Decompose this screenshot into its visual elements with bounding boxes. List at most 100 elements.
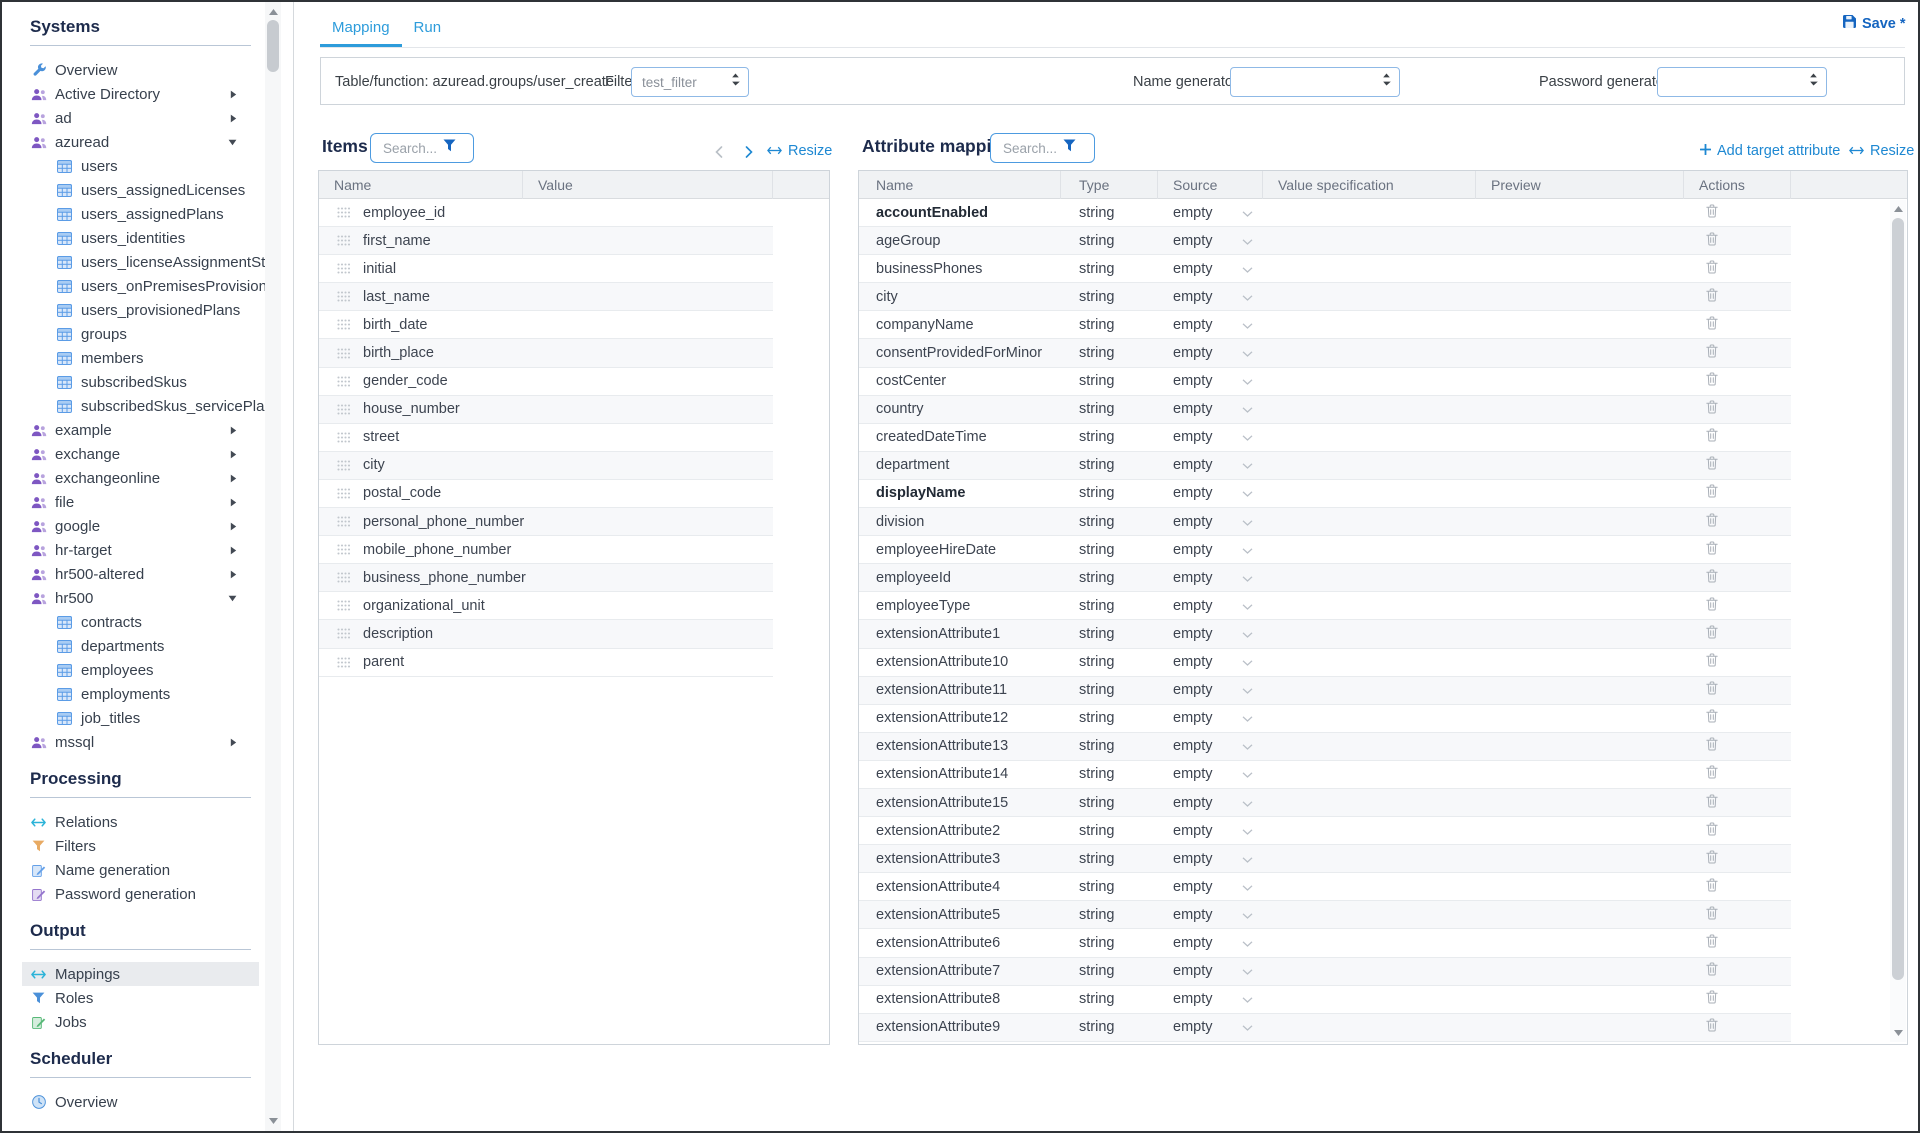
delete-attribute-button[interactable]: [1706, 765, 1718, 779]
scroll-up-icon[interactable]: [1890, 202, 1906, 216]
source-select[interactable]: empty: [1158, 851, 1263, 867]
source-select[interactable]: empty: [1158, 823, 1263, 839]
item-row-employee-id[interactable]: employee_id: [319, 199, 773, 227]
source-select[interactable]: empty: [1158, 205, 1263, 221]
sidebar-item-groups[interactable]: groups: [30, 322, 265, 346]
drag-handle-icon[interactable]: [337, 600, 351, 611]
source-select[interactable]: empty: [1158, 738, 1263, 754]
delete-attribute-button[interactable]: [1706, 372, 1718, 386]
delete-attribute-button[interactable]: [1706, 484, 1718, 498]
sidebar-item-subscribedskus-serviceplans[interactable]: subscribedSkus_servicePlans: [30, 394, 265, 418]
item-row-parent[interactable]: parent: [319, 649, 773, 677]
filter-funnel-icon[interactable]: [443, 139, 456, 157]
sidebar-item-hr500-altered[interactable]: hr500-altered: [30, 562, 265, 586]
item-row-birth-date[interactable]: birth_date: [319, 311, 773, 339]
delete-attribute-button[interactable]: [1706, 204, 1718, 218]
sidebar-item-exchange[interactable]: exchange: [30, 442, 265, 466]
sidebar-item-filters[interactable]: Filters: [30, 834, 265, 858]
source-select[interactable]: empty: [1158, 289, 1263, 305]
sidebar-item-employees[interactable]: employees: [30, 658, 265, 682]
mapping-scrollbar[interactable]: [1890, 200, 1906, 1042]
drag-handle-icon[interactable]: [337, 544, 351, 555]
source-select[interactable]: empty: [1158, 879, 1263, 895]
source-select[interactable]: empty: [1158, 626, 1263, 642]
item-row-description[interactable]: description: [319, 620, 773, 648]
delete-attribute-button[interactable]: [1706, 569, 1718, 583]
sidebar-item-subscribedskus[interactable]: subscribedSkus: [30, 370, 265, 394]
drag-handle-icon[interactable]: [337, 516, 351, 527]
drag-handle-icon[interactable]: [337, 404, 351, 415]
sidebar-item-job-titles[interactable]: job_titles: [30, 706, 265, 730]
delete-attribute-button[interactable]: [1706, 878, 1718, 892]
filter-funnel-icon[interactable]: [1063, 139, 1076, 157]
source-select[interactable]: empty: [1158, 457, 1263, 473]
scroll-down-icon[interactable]: [1890, 1026, 1906, 1040]
drag-handle-icon[interactable]: [337, 432, 351, 443]
delete-attribute-button[interactable]: [1706, 597, 1718, 611]
source-select[interactable]: empty: [1158, 1019, 1263, 1035]
item-row-first-name[interactable]: first_name: [319, 227, 773, 255]
source-select[interactable]: empty: [1158, 429, 1263, 445]
name-generator-select[interactable]: [1230, 67, 1400, 97]
source-select[interactable]: empty: [1158, 935, 1263, 951]
items-search-input[interactable]: [381, 140, 443, 157]
source-select[interactable]: empty: [1158, 401, 1263, 417]
item-row-city[interactable]: city: [319, 452, 773, 480]
sidebar-item-users-licenseassignmentst[interactable]: users_licenseAssignmentSt...: [30, 250, 265, 274]
drag-handle-icon[interactable]: [337, 657, 351, 668]
delete-attribute-button[interactable]: [1706, 850, 1718, 864]
sidebar-item-users-assignedlicenses[interactable]: users_assignedLicenses: [30, 178, 265, 202]
drag-handle-icon[interactable]: [337, 628, 351, 639]
tab-run[interactable]: Run: [402, 9, 454, 47]
drag-handle-icon[interactable]: [337, 376, 351, 387]
drag-handle-icon[interactable]: [337, 291, 351, 302]
source-select[interactable]: empty: [1158, 991, 1263, 1007]
delete-attribute-button[interactable]: [1706, 962, 1718, 976]
item-row-mobile-phone-number[interactable]: mobile_phone_number: [319, 536, 773, 564]
delete-attribute-button[interactable]: [1706, 344, 1718, 358]
sidebar-item-users-assignedplans[interactable]: users_assignedPlans: [30, 202, 265, 226]
delete-attribute-button[interactable]: [1706, 709, 1718, 723]
source-select[interactable]: empty: [1158, 682, 1263, 698]
sidebar-item-departments[interactable]: departments: [30, 634, 265, 658]
sidebar-item-employments[interactable]: employments: [30, 682, 265, 706]
sidebar-item-contracts[interactable]: contracts: [30, 610, 265, 634]
sidebar-item-name-generation[interactable]: Name generation: [30, 858, 265, 882]
source-select[interactable]: empty: [1158, 373, 1263, 389]
sidebar-item-azuread[interactable]: azuread: [30, 130, 265, 154]
sidebar-item-example[interactable]: example: [30, 418, 265, 442]
drag-handle-icon[interactable]: [337, 488, 351, 499]
add-target-attribute-button[interactable]: Add target attribute: [1700, 143, 1840, 159]
source-select[interactable]: empty: [1158, 907, 1263, 923]
delete-attribute-button[interactable]: [1706, 232, 1718, 246]
source-select[interactable]: empty: [1158, 598, 1263, 614]
sidebar-item-users[interactable]: users: [30, 154, 265, 178]
sidebar-item-users-provisionedplans[interactable]: users_provisionedPlans: [30, 298, 265, 322]
drag-handle-icon[interactable]: [337, 460, 351, 471]
drag-handle-icon[interactable]: [337, 263, 351, 274]
delete-attribute-button[interactable]: [1706, 794, 1718, 808]
sidebar-item-overview[interactable]: Overview: [30, 58, 265, 82]
mapping-search-input[interactable]: [1001, 140, 1063, 157]
source-select[interactable]: empty: [1158, 514, 1263, 530]
delete-attribute-button[interactable]: [1706, 653, 1718, 667]
pager-prev-button[interactable]: [708, 141, 730, 163]
source-select[interactable]: empty: [1158, 766, 1263, 782]
delete-attribute-button[interactable]: [1706, 822, 1718, 836]
item-row-postal-code[interactable]: postal_code: [319, 480, 773, 508]
sidebar-item-mappings[interactable]: Mappings: [22, 962, 259, 986]
sidebar-scrollbar[interactable]: [265, 2, 281, 1131]
save-button[interactable]: Save *: [1843, 15, 1906, 32]
source-select[interactable]: empty: [1158, 654, 1263, 670]
delete-attribute-button[interactable]: [1706, 260, 1718, 274]
source-select[interactable]: empty: [1158, 317, 1263, 333]
filter-select[interactable]: test_filter: [631, 67, 749, 97]
mapping-resize-button[interactable]: Resize: [1849, 143, 1914, 159]
delete-attribute-button[interactable]: [1706, 1018, 1718, 1032]
delete-attribute-button[interactable]: [1706, 681, 1718, 695]
tab-mapping[interactable]: Mapping: [320, 9, 402, 47]
sidebar-item-relations[interactable]: Relations: [30, 810, 265, 834]
password-generator-select[interactable]: [1657, 67, 1827, 97]
delete-attribute-button[interactable]: [1706, 513, 1718, 527]
scroll-down-icon[interactable]: [265, 1114, 281, 1128]
